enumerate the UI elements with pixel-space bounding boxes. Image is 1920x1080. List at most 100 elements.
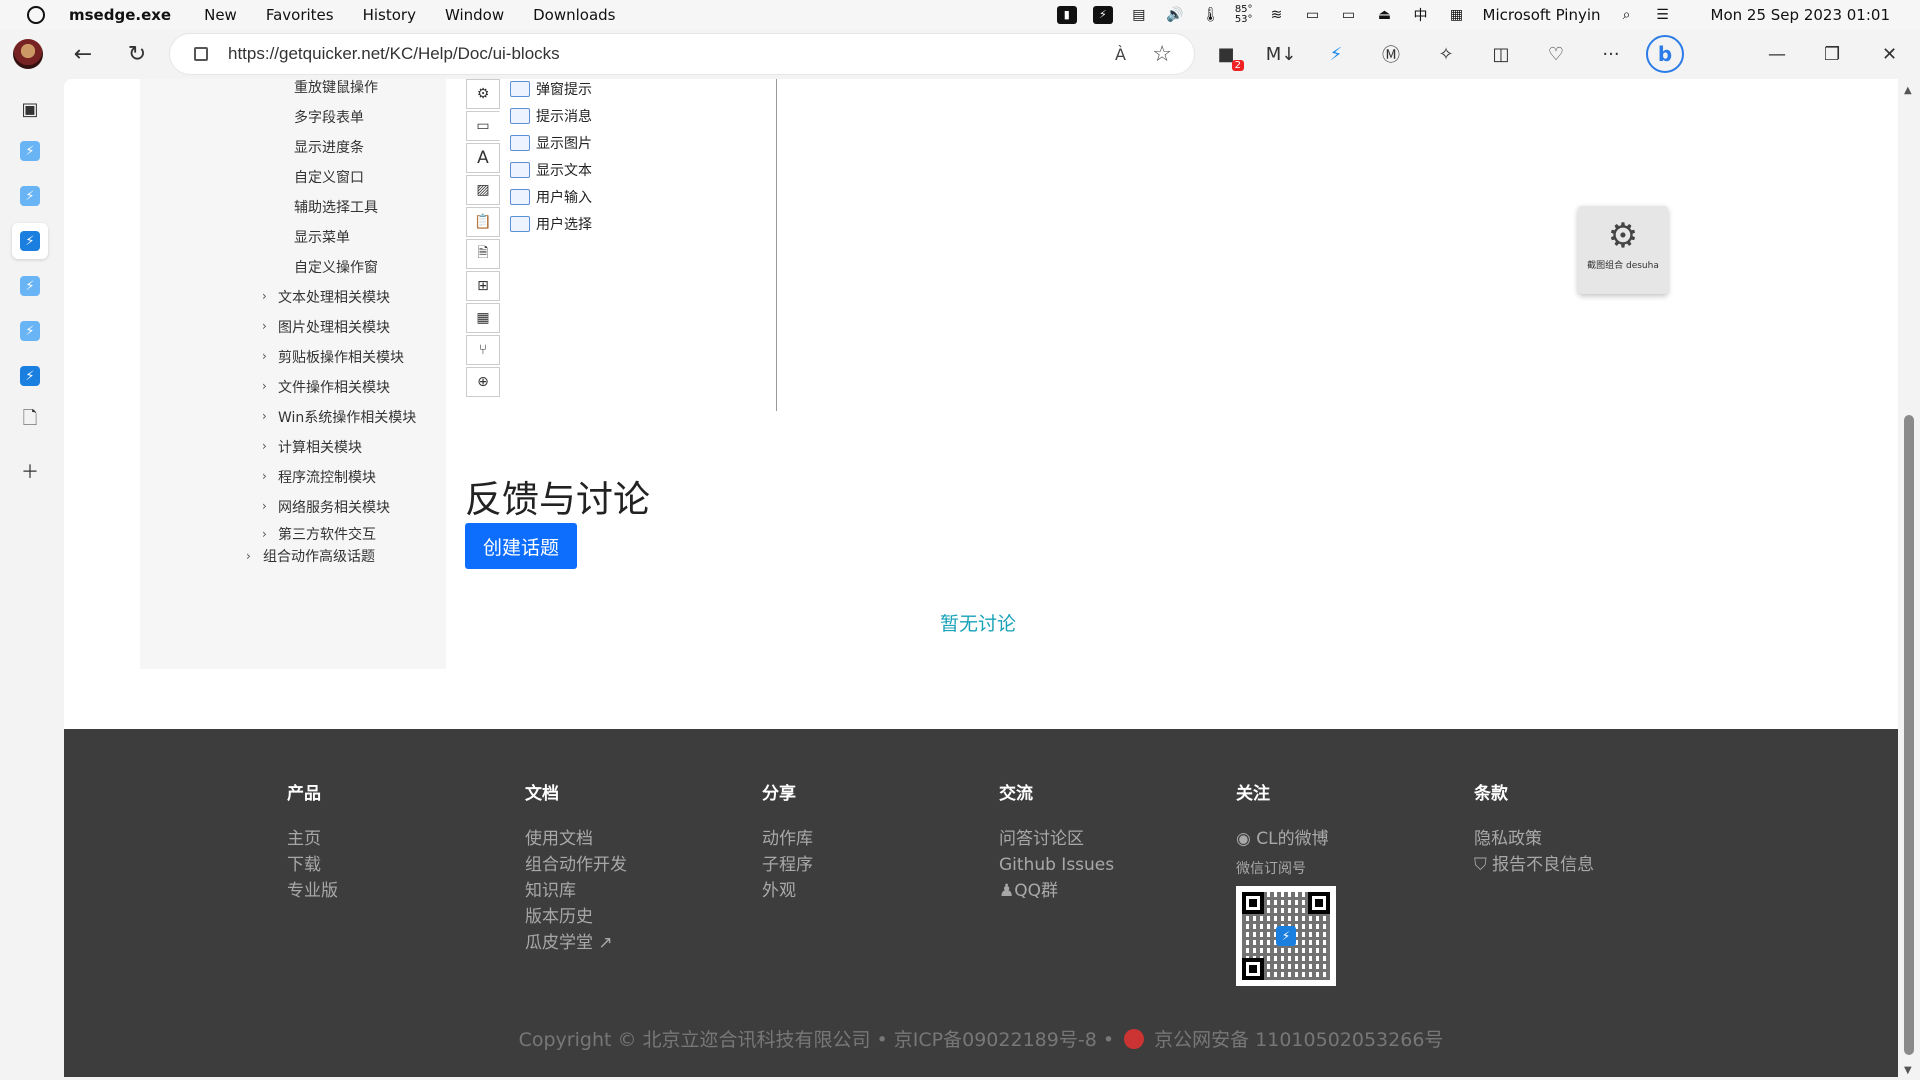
- eject-icon[interactable]: ⏏: [1375, 6, 1395, 24]
- globe-icon[interactable]: ⊕: [466, 367, 500, 397]
- clock[interactable]: Mon 25 Sep 2023 01:01: [1711, 6, 1890, 24]
- menu-new[interactable]: New: [204, 6, 237, 24]
- footer-link[interactable]: 知识库: [525, 878, 627, 904]
- block-item[interactable]: 显示图片: [510, 133, 592, 153]
- tree-item[interactable]: 辅助选择工具: [294, 197, 378, 217]
- tree-section[interactable]: 计算相关模块: [278, 437, 362, 457]
- new-tab-button[interactable]: ＋: [12, 453, 48, 489]
- footer-link[interactable]: ⛉ 报告不良信息: [1474, 852, 1594, 878]
- footer-link[interactable]: 专业版: [287, 878, 338, 904]
- read-aloud-icon[interactable]: À: [1115, 45, 1126, 64]
- tree-section[interactable]: 文件操作相关模块: [278, 377, 390, 397]
- chevron-right-icon[interactable]: ›: [262, 319, 267, 333]
- tree-item[interactable]: 显示进度条: [294, 137, 364, 157]
- block-item[interactable]: 用户选择: [510, 214, 592, 234]
- tree-item[interactable]: 自定义操作窗: [294, 257, 378, 277]
- tree-section[interactable]: 网络服务相关模块: [278, 497, 390, 517]
- windows-logo-icon[interactable]: ⊞: [466, 271, 500, 301]
- system-logo-icon[interactable]: [27, 5, 45, 24]
- search-icon[interactable]: ⌕: [1617, 6, 1637, 24]
- tree-section[interactable]: 第三方软件交互: [278, 524, 376, 544]
- text-icon[interactable]: A: [466, 143, 500, 173]
- tab-quicker-3[interactable]: ⚡: [12, 268, 48, 304]
- sidebar-toggle-icon[interactable]: ▤: [1129, 6, 1149, 24]
- chevron-right-icon[interactable]: ›: [262, 289, 267, 303]
- footer-link[interactable]: 隐私政策: [1474, 826, 1594, 852]
- extensions-puzzle-icon[interactable]: ✧: [1432, 40, 1460, 68]
- control-center-icon[interactable]: ☰: [1653, 6, 1673, 24]
- image-icon[interactable]: ▨: [466, 175, 500, 205]
- file-icon[interactable]: 🗎: [466, 239, 500, 269]
- favorite-star-icon[interactable]: ☆: [1152, 42, 1172, 67]
- split-screen-icon[interactable]: ◫: [1487, 40, 1515, 68]
- extension-badge-icon[interactable]: ■ 2: [1212, 40, 1244, 71]
- lock-icon[interactable]: [194, 47, 208, 61]
- chevron-right-icon[interactable]: ›: [262, 379, 267, 393]
- scroll-up-icon[interactable]: ▲: [1904, 85, 1912, 96]
- footer-link[interactable]: Github Issues: [999, 852, 1114, 878]
- refresh-icon[interactable]: ↻: [119, 36, 155, 72]
- block-item[interactable]: 用户输入: [510, 187, 592, 207]
- minimize-icon[interactable]: —: [1768, 29, 1786, 79]
- footer-link[interactable]: 下载: [287, 852, 338, 878]
- tree-section[interactable]: 组合动作高级话题: [263, 546, 375, 566]
- block-item[interactable]: 弹窗提示: [510, 79, 592, 99]
- chevron-right-icon[interactable]: ›: [262, 469, 267, 483]
- page-scrollbar[interactable]: ▲ ▼: [1898, 79, 1920, 1080]
- browser-essentials-icon[interactable]: ♡: [1542, 40, 1570, 68]
- footer-link[interactable]: 外观: [762, 878, 813, 904]
- tab-actions-icon[interactable]: ▣: [12, 91, 48, 127]
- menu-window[interactable]: Window: [445, 6, 504, 24]
- close-icon[interactable]: ✕: [1882, 29, 1897, 79]
- floating-quicker-widget[interactable]: ⚙ 截图组合 desuha: [1578, 206, 1668, 294]
- branch-icon[interactable]: ⑂: [466, 335, 500, 365]
- tree-section[interactable]: Win系统操作相关模块: [278, 407, 416, 427]
- menu-favorites[interactable]: Favorites: [266, 6, 334, 24]
- calculator-icon[interactable]: ▦: [466, 303, 500, 333]
- block-item[interactable]: 提示消息: [510, 106, 592, 126]
- tree-section[interactable]: 程序流控制模块: [278, 467, 376, 487]
- chevron-right-icon[interactable]: ›: [262, 439, 267, 453]
- volume-icon[interactable]: 🔊: [1165, 6, 1185, 24]
- tab-quicker-active[interactable]: ⚡: [12, 223, 48, 259]
- menu-downloads[interactable]: Downloads: [533, 6, 615, 24]
- footer-link[interactable]: 动作库: [762, 826, 813, 852]
- wifi-icon[interactable]: ≋: [1267, 6, 1287, 24]
- url-text[interactable]: https://getquicker.net/KC/Help/Doc/ui-bl…: [228, 44, 560, 64]
- app-name[interactable]: msedge.exe: [69, 6, 171, 24]
- more-menu-icon[interactable]: ···: [1597, 40, 1625, 68]
- tab-quicker-1[interactable]: ⚡: [12, 133, 48, 169]
- bing-chat-icon[interactable]: b: [1646, 35, 1684, 73]
- scrollbar-thumb[interactable]: [1904, 415, 1914, 1055]
- footer-link[interactable]: 主页: [287, 826, 338, 852]
- tab-quicker-5[interactable]: ⚡: [12, 358, 48, 394]
- profile-avatar[interactable]: [13, 39, 43, 69]
- tree-section[interactable]: 图片处理相关模块: [278, 317, 390, 337]
- police-record-link[interactable]: 京公网安备 11010502053266号: [1154, 1029, 1443, 1051]
- tab-quicker-4[interactable]: ⚡: [12, 313, 48, 349]
- back-icon[interactable]: ←: [65, 36, 101, 72]
- chevron-right-icon[interactable]: ›: [262, 527, 267, 541]
- quicker-extension-icon[interactable]: ⚡: [1322, 40, 1350, 68]
- footer-link[interactable]: ♟QQ群: [999, 878, 1114, 904]
- footer-link[interactable]: 问答讨论区: [999, 826, 1114, 852]
- scroll-down-icon[interactable]: ▼: [1904, 1065, 1912, 1076]
- settings-icon[interactable]: ⚙: [466, 79, 500, 109]
- chevron-right-icon[interactable]: ›: [246, 549, 251, 563]
- block-item[interactable]: 显示文本: [510, 160, 592, 180]
- restore-icon[interactable]: ❐: [1824, 29, 1840, 79]
- terminal-icon[interactable]: ▮: [1056, 5, 1077, 24]
- footer-link[interactable]: ◉ CL的微博: [1236, 826, 1336, 852]
- tree-item[interactable]: 自定义窗口: [294, 167, 364, 187]
- ime-label[interactable]: Microsoft Pinyin: [1483, 6, 1601, 24]
- create-topic-button[interactable]: 创建话题: [465, 523, 577, 569]
- clipboard-icon[interactable]: 📋: [466, 207, 500, 237]
- display-icon[interactable]: ▭: [1339, 6, 1359, 24]
- copilot-icon[interactable]: Ⓜ: [1377, 40, 1405, 68]
- address-bar[interactable]: https://getquicker.net/KC/Help/Doc/ui-bl…: [170, 34, 1194, 74]
- tree-section[interactable]: 剪贴板操作相关模块: [278, 347, 404, 367]
- footer-link[interactable]: 使用文档: [525, 826, 627, 852]
- footer-link[interactable]: 子程序: [762, 852, 813, 878]
- footer-link[interactable]: 组合动作开发: [525, 852, 627, 878]
- quicker-tray-icon[interactable]: ⚡: [1092, 5, 1113, 24]
